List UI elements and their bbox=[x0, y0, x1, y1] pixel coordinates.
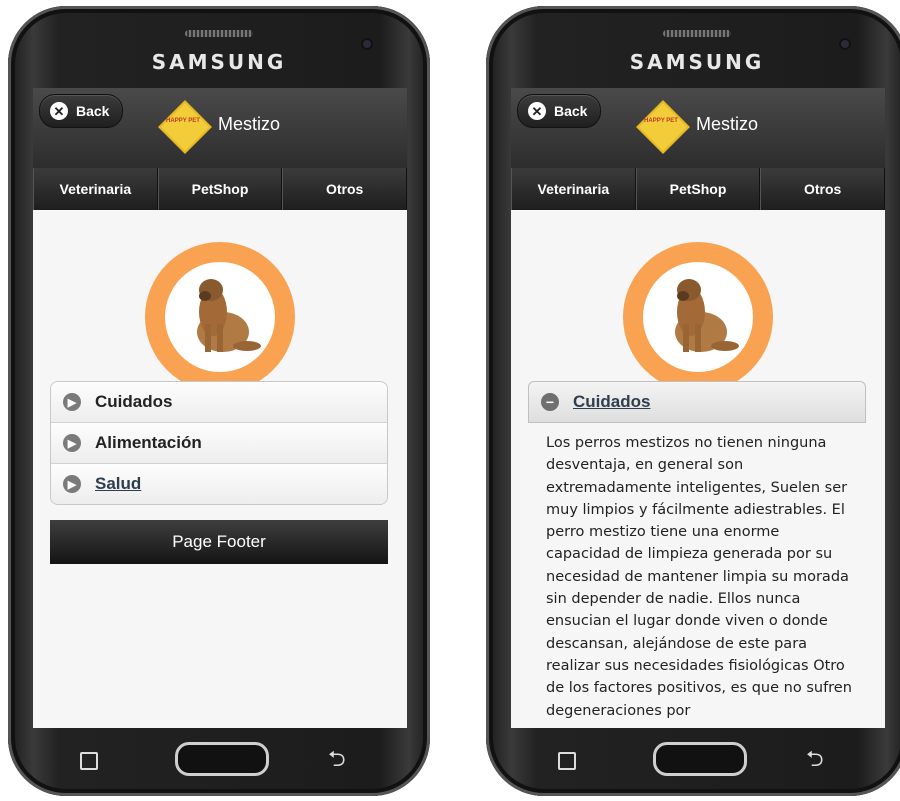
back-button-label: Back bbox=[76, 103, 110, 119]
recent-apps-icon[interactable] bbox=[558, 752, 576, 770]
app-screen: ✕ Back HAPPY PET Mestizo Veterinaria Pet… bbox=[511, 88, 885, 728]
recent-apps-icon[interactable] bbox=[80, 752, 98, 770]
section-label: Cuidados bbox=[573, 392, 651, 411]
happy-pet-logo: HAPPY PET bbox=[158, 100, 212, 154]
hardware-buttons: ⮌ bbox=[8, 732, 430, 782]
minus-icon: − bbox=[541, 393, 559, 411]
dog-photo bbox=[165, 262, 275, 372]
app-screen: ✕ Back HAPPY PET Mestizo Veterinaria Pet… bbox=[33, 88, 407, 728]
section-label: Salud bbox=[95, 474, 142, 493]
dog-image-badge bbox=[623, 242, 773, 392]
app-header: ✕ Back HAPPY PET Mestizo bbox=[33, 88, 407, 168]
close-icon: ✕ bbox=[50, 102, 68, 120]
back-button[interactable]: ✕ Back bbox=[39, 94, 123, 128]
phone-right: SAMSUNG ✕ Back HAPPY PET Mestizo Veterin… bbox=[486, 6, 900, 796]
nav-veterinaria[interactable]: Veterinaria bbox=[33, 168, 158, 210]
navbar: Veterinaria PetShop Otros bbox=[33, 168, 407, 210]
section-cuidados-expanded[interactable]: − Cuidados bbox=[528, 381, 866, 423]
dog-image-badge bbox=[145, 242, 295, 392]
phone-left: SAMSUNG ✕ Back HAPPY PET Mestizo Veterin… bbox=[8, 6, 430, 796]
section-content: Los perros mestizos no tienen ninguna de… bbox=[546, 435, 852, 719]
dog-photo bbox=[643, 262, 753, 372]
nav-veterinaria[interactable]: Veterinaria bbox=[511, 168, 636, 210]
sections-list: ▶ Cuidados ▶ Alimentación ▶ Salud bbox=[50, 381, 388, 505]
back-arrow-icon[interactable]: ⮌ bbox=[806, 748, 824, 770]
nav-otros[interactable]: Otros bbox=[282, 168, 407, 210]
section-label: Cuidados bbox=[95, 392, 173, 411]
navbar: Veterinaria PetShop Otros bbox=[511, 168, 885, 210]
nav-petshop[interactable]: PetShop bbox=[157, 168, 283, 210]
close-icon: ✕ bbox=[528, 102, 546, 120]
logo-text: HAPPY PET bbox=[644, 118, 678, 124]
home-button[interactable] bbox=[653, 742, 747, 776]
back-arrow-icon[interactable]: ⮌ bbox=[328, 748, 346, 770]
front-camera bbox=[841, 40, 849, 48]
nav-otros[interactable]: Otros bbox=[760, 168, 885, 210]
arrow-right-icon: ▶ bbox=[63, 475, 81, 493]
back-button[interactable]: ✕ Back bbox=[517, 94, 601, 128]
device-brand: SAMSUNG bbox=[151, 50, 287, 74]
app-header: ✕ Back HAPPY PET Mestizo bbox=[511, 88, 885, 168]
section-alimentacion[interactable]: ▶ Alimentación bbox=[51, 423, 387, 464]
page-footer: Page Footer bbox=[50, 520, 388, 564]
arrow-right-icon: ▶ bbox=[63, 393, 81, 411]
device-brand: SAMSUNG bbox=[629, 50, 765, 74]
speaker-grille bbox=[185, 30, 253, 37]
home-button[interactable] bbox=[175, 742, 269, 776]
hardware-buttons: ⮌ bbox=[486, 732, 900, 782]
back-button-label: Back bbox=[554, 103, 588, 119]
front-camera bbox=[363, 40, 371, 48]
section-cuidados[interactable]: ▶ Cuidados bbox=[51, 382, 387, 423]
nav-petshop[interactable]: PetShop bbox=[635, 168, 761, 210]
section-salud[interactable]: ▶ Salud bbox=[51, 464, 387, 504]
speaker-grille bbox=[663, 30, 731, 37]
happy-pet-logo: HAPPY PET bbox=[636, 100, 690, 154]
page-title: Mestizo bbox=[696, 114, 759, 134]
logo-text: HAPPY PET bbox=[166, 118, 200, 124]
arrow-right-icon: ▶ bbox=[63, 434, 81, 452]
page-title: Mestizo bbox=[218, 114, 281, 134]
section-label: Alimentación bbox=[95, 433, 202, 452]
